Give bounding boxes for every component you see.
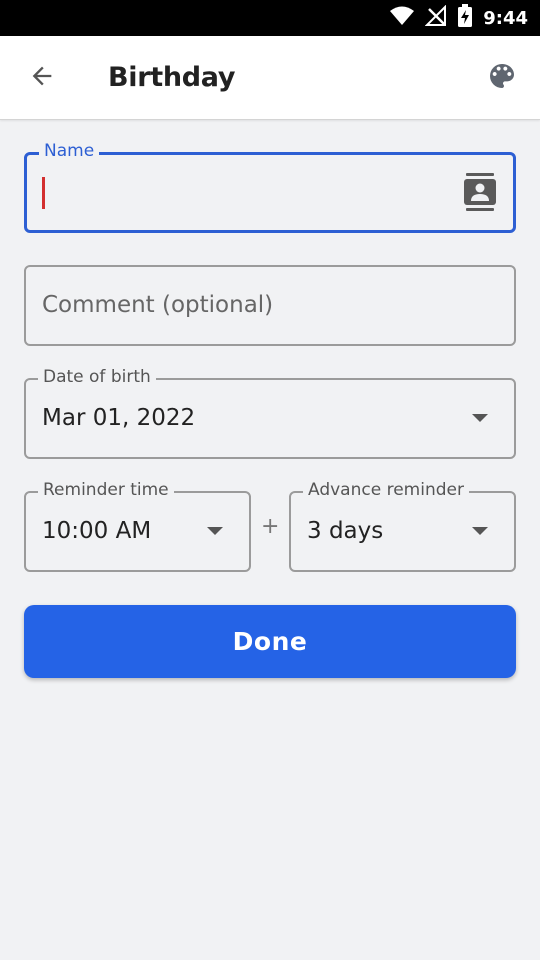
name-field[interactable]: Name (24, 141, 516, 233)
reminder-time-label: Reminder time (38, 480, 174, 500)
comment-placeholder: Comment (optional) (42, 292, 274, 318)
name-field-label: Name (39, 141, 100, 161)
reminder-time-dropdown[interactable]: Reminder time 10:00 AM (24, 480, 251, 572)
battery-charging-icon (457, 3, 473, 33)
status-bar: 9:44 (0, 0, 540, 36)
date-of-birth-value: Mar 01, 2022 (42, 405, 196, 431)
dropdown-arrow-icon (472, 527, 488, 535)
advance-reminder-value: 3 days (307, 518, 384, 544)
no-signal-icon (424, 4, 447, 32)
date-of-birth-label: Date of birth (38, 367, 156, 387)
plus-sign: + (261, 514, 280, 539)
reminder-time-value: 10:00 AM (42, 518, 152, 544)
palette-button[interactable] (484, 60, 520, 96)
wifi-icon (389, 6, 415, 31)
app-bar: Birthday (0, 36, 540, 120)
advance-reminder-label: Advance reminder (303, 480, 469, 500)
palette-icon (486, 60, 518, 97)
advance-reminder-dropdown[interactable]: Advance reminder 3 days (289, 480, 516, 572)
dropdown-arrow-icon (472, 414, 488, 422)
status-icons: 9:44 (389, 0, 528, 36)
done-button[interactable]: Done (24, 605, 516, 678)
comment-field[interactable]: Comment (optional) (24, 265, 516, 346)
contact-book-icon (463, 173, 497, 215)
text-caret (42, 177, 45, 209)
back-button[interactable] (22, 58, 62, 98)
page-title: Birthday (108, 62, 236, 93)
dropdown-arrow-icon (207, 527, 223, 535)
status-time: 9:44 (483, 7, 528, 29)
date-of-birth-dropdown[interactable]: Date of birth Mar 01, 2022 (24, 367, 516, 459)
arrow-back-icon (28, 62, 56, 95)
contact-picker-button[interactable] (463, 173, 497, 211)
